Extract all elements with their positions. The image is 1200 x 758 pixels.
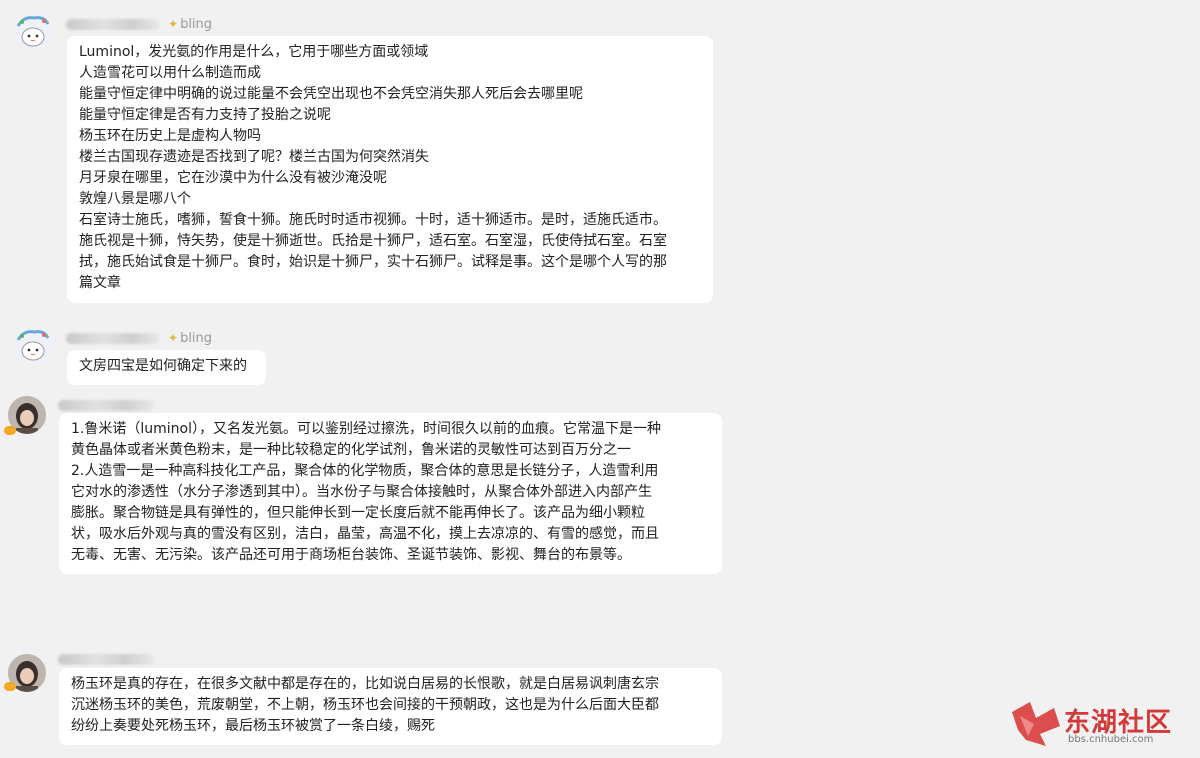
message-line: 1.鲁米诺（luminol），又名发光氨。可以鉴别经过擦洗，时间很久以前的血痕。… (71, 421, 661, 437)
message-line: 纷纷上奏要处死杨玉环，最后杨玉环被赏了一条白绫，赐死 (71, 718, 435, 734)
user-level-tag: · · (4, 682, 16, 691)
message-line: 状，吸水后外观与真的雪没有区别，洁白，晶莹，高温不化，摸上去凉凉的、有雪的感觉，… (71, 526, 659, 542)
cat-avatar-icon (14, 326, 52, 364)
sender-row: ✦ bling (66, 15, 212, 33)
sender-name-redacted (58, 653, 154, 665)
message-line: 无毒、无害、无污染。该产品还可用于商场柜台装饰、圣诞节装饰、影视、舞台的布景等。 (71, 547, 631, 563)
message-line: 杨玉环是真的存在，在很多文献中都是存在的，比如说白居易的长恨歌，就是白居易讽刺唐… (71, 676, 659, 692)
logo-url: bbs.cnhubei.com (1068, 734, 1154, 745)
message-line: 楼兰古国现存遗迹是否找到了呢？楼兰古国为何突然消失 (79, 149, 429, 165)
message-line: 文房四宝是如何确定下来的 (79, 358, 247, 374)
message-line: Luminol，发光氨的作用是什么，它用于哪些方面或领域 (79, 44, 429, 60)
message-line: 能量守恒定律是否有力支持了投胎之说呢 (79, 107, 331, 123)
user-level-tag: · · (4, 426, 16, 435)
star-icon: ✦ (168, 17, 179, 31)
message-line: 沉迷杨玉环的美色，荒废朝堂，不上朝，杨玉环也会间接的干预朝政，这也是为什么后面大… (71, 697, 659, 713)
message-line: 它对水的渗透性（水分子渗透到其中）。当水份子与聚合体接触时，从聚合体外部进入内部… (71, 484, 652, 500)
message-line: 月牙泉在哪里，它在沙漠中为什么没有被沙淹没呢 (79, 170, 387, 186)
badge-label: bling (180, 330, 213, 346)
bling-badge: ✦ bling (168, 17, 212, 32)
user-avatar[interactable] (14, 326, 52, 364)
message-bubble: 杨玉环是真的存在，在很多文献中都是存在的，比如说白居易的长恨歌，就是白居易讽刺唐… (59, 668, 722, 745)
message-line: 拭，施氏始试食是十狮尸。食时，始识是十狮尸，实十石狮尸。试释是事。这个是哪个人写… (79, 254, 667, 270)
bling-badge: ✦ bling (168, 331, 212, 346)
sender-row (58, 396, 154, 414)
message-line: 敦煌八景是哪八个 (79, 191, 191, 207)
sender-name-redacted (66, 332, 160, 344)
cat-avatar-icon (14, 12, 52, 50)
message-line: 能量守恒定律中明确的说过能量不会凭空出现也不会凭空消失那人死后会去哪里呢 (79, 86, 583, 102)
message-line: 石室诗士施氏，嗜狮，誓食十狮。施氏时时适市视狮。十时，适十狮适市。是时，适施氏适… (79, 212, 667, 228)
star-icon: ✦ (168, 331, 179, 345)
message-bubble: 文房四宝是如何确定下来的 (67, 350, 266, 385)
sender-row: ✦ bling (66, 329, 212, 347)
message-line: 2.人造雪一是一种高科技化工产品，聚合体的化学物质，聚合体的意思是长链分子，人造… (71, 463, 659, 479)
sender-row (58, 650, 154, 668)
message-bubble: Luminol，发光氨的作用是什么，它用于哪些方面或领域 人造雪花可以用什么制造… (67, 36, 713, 303)
user-avatar[interactable] (14, 12, 52, 50)
message-line: 膨胀。聚合物链是具有弹性的，但只能伸长到一定长度后就不能再伸长了。该产品为细小颗… (71, 505, 645, 521)
badge-label: bling (180, 16, 213, 32)
hubei-logo-icon (1012, 702, 1060, 746)
message-line: 篇文章 (79, 275, 121, 291)
site-watermark-logo: 东湖社区 bbs.cnhubei.com (1010, 700, 1190, 748)
message-line: 施氏视是十狮，恃矢势，使是十狮逝世。氏拾是十狮尸，适石室。石室湿，氏使侍拭石室。… (79, 233, 667, 249)
message-bubble: 1.鲁米诺（luminol），又名发光氨。可以鉴别经过擦洗，时间很久以前的血痕。… (59, 413, 722, 574)
message-line: 杨玉环在历史上是虚构人物吗 (79, 128, 261, 144)
message-line: 人造雪花可以用什么制造而成 (79, 65, 261, 81)
message-line: 黄色晶体或者米黄色粉末，是一种比较稳定的化学试剂，鲁米诺的灵敏性可达到百万分之一 (71, 442, 631, 458)
sender-name-redacted (66, 18, 160, 30)
sender-name-redacted (58, 399, 154, 411)
